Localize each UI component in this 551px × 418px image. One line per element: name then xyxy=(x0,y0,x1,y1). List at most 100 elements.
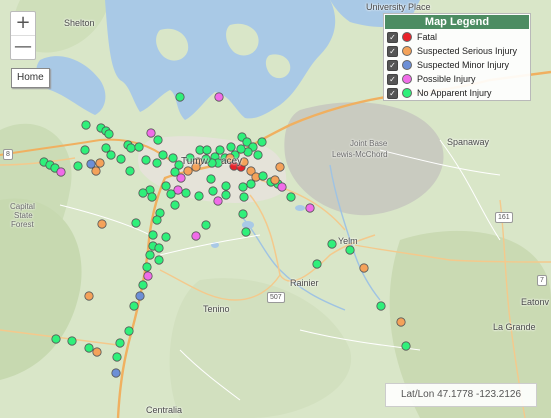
incident-marker-serious[interactable] xyxy=(270,175,280,185)
legend-item-fatal[interactable]: ✓ Fatal xyxy=(384,30,530,44)
incident-marker-none[interactable] xyxy=(181,188,191,198)
incident-marker-serious[interactable] xyxy=(92,347,102,357)
home-button[interactable]: Home xyxy=(11,68,50,88)
incident-marker-none[interactable] xyxy=(141,155,151,165)
incident-marker-none[interactable] xyxy=(226,142,236,152)
incident-marker-none[interactable] xyxy=(104,129,114,139)
incident-marker-possible[interactable] xyxy=(214,92,224,102)
incident-marker-serious[interactable] xyxy=(95,158,105,168)
incident-marker-possible[interactable] xyxy=(56,167,66,177)
incident-marker-none[interactable] xyxy=(239,192,249,202)
incident-marker-none[interactable] xyxy=(221,190,231,200)
incident-marker-none[interactable] xyxy=(201,220,211,230)
incident-marker-none[interactable] xyxy=(131,218,141,228)
incident-marker-none[interactable] xyxy=(258,171,268,181)
incident-marker-none[interactable] xyxy=(376,301,386,311)
legend-item-none[interactable]: ✓ No Apparent Injury xyxy=(384,86,530,100)
incident-marker-none[interactable] xyxy=(168,153,178,163)
incident-marker-none[interactable] xyxy=(253,150,263,160)
incident-marker-none[interactable] xyxy=(145,250,155,260)
incident-marker-possible[interactable] xyxy=(146,128,156,138)
legend-label-none: No Apparent Injury xyxy=(417,88,492,98)
incident-marker-possible[interactable] xyxy=(213,196,223,206)
incident-marker-none[interactable] xyxy=(158,150,168,160)
legend-checkbox-possible[interactable]: ✓ xyxy=(387,73,398,85)
incident-marker-none[interactable] xyxy=(80,145,90,155)
legend-label-serious: Suspected Serious Injury xyxy=(417,46,518,56)
incident-marker-none[interactable] xyxy=(101,143,111,153)
incident-marker-none[interactable] xyxy=(202,145,212,155)
place-label-university-place: University Place xyxy=(366,2,431,12)
legend-checkbox-serious[interactable]: ✓ xyxy=(387,45,398,57)
incident-marker-none[interactable] xyxy=(84,343,94,353)
legend-checkbox-fatal[interactable]: ✓ xyxy=(387,31,398,43)
incident-marker-possible[interactable] xyxy=(143,271,153,281)
legend-item-possible[interactable]: ✓ Possible Injury xyxy=(384,72,530,86)
incident-marker-none[interactable] xyxy=(134,142,144,152)
incident-marker-none[interactable] xyxy=(194,191,204,201)
incident-marker-serious[interactable] xyxy=(97,219,107,229)
legend-item-minor[interactable]: ✓ Suspected Minor Injury xyxy=(384,58,530,72)
incident-marker-none[interactable] xyxy=(116,154,126,164)
incident-marker-none[interactable] xyxy=(161,181,171,191)
zoom-in-button[interactable]: + xyxy=(11,12,35,35)
incident-marker-serious[interactable] xyxy=(91,166,101,176)
incident-marker-none[interactable] xyxy=(153,135,163,145)
incident-marker-none[interactable] xyxy=(126,143,136,153)
legend-checkbox-minor[interactable]: ✓ xyxy=(387,59,398,71)
incident-marker-none[interactable] xyxy=(175,92,185,102)
incident-marker-serious[interactable] xyxy=(359,263,369,273)
incident-marker-none[interactable] xyxy=(286,192,296,202)
incident-marker-none[interactable] xyxy=(327,239,337,249)
incident-marker-serious[interactable] xyxy=(396,317,406,327)
map-view[interactable]: Shelton University Place Tumw acey Joint… xyxy=(0,0,551,418)
incident-marker-possible[interactable] xyxy=(277,182,287,192)
incident-marker-none[interactable] xyxy=(67,336,77,346)
incident-marker-none[interactable] xyxy=(147,192,157,202)
incident-marker-none[interactable] xyxy=(238,209,248,219)
incident-marker-possible[interactable] xyxy=(305,203,315,213)
incident-marker-none[interactable] xyxy=(238,182,248,192)
incident-marker-none[interactable] xyxy=(152,215,162,225)
incident-marker-serious[interactable] xyxy=(84,291,94,301)
incident-marker-none[interactable] xyxy=(206,174,216,184)
incident-marker-none[interactable] xyxy=(125,166,135,176)
incident-marker-none[interactable] xyxy=(138,188,148,198)
legend-item-serious[interactable]: ✓ Suspected Serious Injury xyxy=(384,44,530,58)
incident-marker-none[interactable] xyxy=(154,243,164,253)
incident-marker-none[interactable] xyxy=(51,334,61,344)
incident-marker-possible[interactable] xyxy=(191,231,201,241)
zoom-out-button[interactable]: — xyxy=(11,35,35,59)
incident-marker-none[interactable] xyxy=(124,326,134,336)
incident-marker-none[interactable] xyxy=(73,161,83,171)
incident-marker-none[interactable] xyxy=(208,186,218,196)
incident-marker-minor[interactable] xyxy=(111,368,121,378)
incident-marker-none[interactable] xyxy=(170,200,180,210)
incident-marker-serious[interactable] xyxy=(183,166,193,176)
incident-marker-none[interactable] xyxy=(161,232,171,242)
incident-marker-none[interactable] xyxy=(166,189,176,199)
incident-marker-none[interactable] xyxy=(112,352,122,362)
incident-marker-none[interactable] xyxy=(221,181,231,191)
incident-marker-possible[interactable] xyxy=(176,173,186,183)
incident-marker-none[interactable] xyxy=(241,227,251,237)
incident-marker-none[interactable] xyxy=(246,179,256,189)
incident-marker-minor[interactable] xyxy=(135,291,145,301)
legend-checkbox-none[interactable]: ✓ xyxy=(387,87,398,99)
incident-marker-none[interactable] xyxy=(401,341,411,351)
place-label-tenino: Tenino xyxy=(203,304,230,314)
incident-marker-none[interactable] xyxy=(142,262,152,272)
incident-marker-serious[interactable] xyxy=(275,162,285,172)
incident-marker-none[interactable] xyxy=(215,145,225,155)
incident-marker-none[interactable] xyxy=(115,338,125,348)
incident-marker-none[interactable] xyxy=(148,230,158,240)
place-label-capital: Capital xyxy=(10,202,35,211)
incident-marker-none[interactable] xyxy=(257,137,267,147)
incident-marker-none[interactable] xyxy=(81,120,91,130)
incident-marker-none[interactable] xyxy=(345,245,355,255)
incident-marker-none[interactable] xyxy=(138,280,148,290)
incident-marker-none[interactable] xyxy=(152,158,162,168)
incident-marker-none[interactable] xyxy=(129,301,139,311)
incident-marker-none[interactable] xyxy=(154,255,164,265)
incident-marker-none[interactable] xyxy=(312,259,322,269)
